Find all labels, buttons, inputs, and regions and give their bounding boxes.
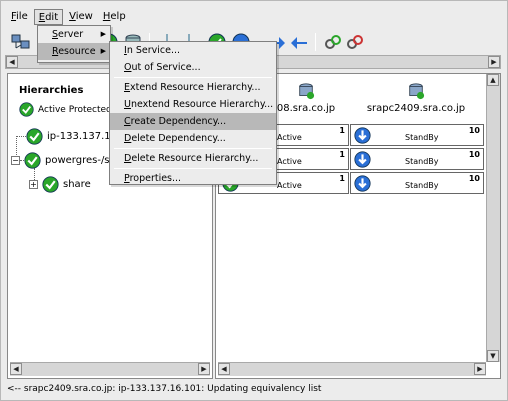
submenu-arrow-icon: ▶: [100, 30, 106, 38]
priority-value: 1: [339, 126, 345, 135]
toolbar-separator: [315, 33, 316, 51]
submenu-arrow-icon: ▶: [100, 47, 106, 55]
menu-edit[interactable]: Edit: [33, 9, 64, 25]
right-vertical-scrollbar[interactable]: ▲ ▼: [486, 74, 500, 362]
menu-item-properties[interactable]: Properties...: [110, 170, 276, 187]
scroll-left-icon[interactable]: ◀: [10, 363, 22, 375]
menu-item-label: elete Resource Hierarchy...: [131, 153, 259, 164]
right-horizontal-scrollbar[interactable]: ◀ ▶: [218, 362, 486, 376]
menu-item-server[interactable]: Server ▶: [38, 26, 110, 43]
connect-servers-icon[interactable]: [11, 32, 31, 52]
menu-item-out-of-service[interactable]: Out of Service...: [110, 59, 276, 76]
menu-item-label: nextend Resource Hierarchy...: [130, 99, 274, 110]
menu-view[interactable]: View: [65, 9, 97, 25]
active-check-icon: [26, 128, 43, 145]
priority-value: 10: [468, 126, 480, 135]
state-label: Active: [277, 133, 302, 142]
menu-file-label: ile: [16, 11, 28, 22]
edit-menu-dropdown: Server ▶ Resource ▶: [37, 25, 111, 63]
delete-dependency-icon[interactable]: [345, 32, 365, 52]
server-icon: [409, 83, 425, 100]
priority-value: 10: [468, 150, 480, 159]
server-name: srapc2409.sra.co.jp: [366, 103, 466, 114]
menu-item-mnemonic: C: [124, 116, 131, 127]
tree-item[interactable]: ip-133.137.16: [26, 128, 117, 145]
scroll-left-icon[interactable]: ◀: [218, 363, 230, 375]
unextend-arrow-icon[interactable]: [289, 32, 309, 52]
active-protected-legend: Active Protected: [19, 102, 112, 117]
priority-value: 1: [339, 174, 345, 183]
priority-value: 1: [339, 150, 345, 159]
menu-item-label: reate Dependency...: [130, 116, 227, 127]
active-check-icon: [24, 152, 41, 169]
menu-item-unextend-hierarchy[interactable]: Unextend Resource Hierarchy...: [110, 96, 276, 113]
scroll-left-icon[interactable]: ◀: [6, 56, 18, 68]
menu-separator: [114, 168, 272, 169]
active-protected-label: Active Protected: [38, 104, 112, 115]
menu-item-label: elete Dependency...: [131, 133, 226, 144]
menu-item-label: roperties...: [129, 173, 182, 184]
status-bar: <-- srapc2409.sra.co.jp: ip-133.137.16.1…: [7, 384, 322, 394]
create-dependency-icon[interactable]: [323, 32, 343, 52]
state-label: Active: [277, 181, 302, 190]
menu-bar: File Edit View Help: [7, 9, 130, 26]
tree-item-label: share: [63, 179, 91, 190]
scroll-down-icon[interactable]: ▼: [487, 350, 499, 362]
menu-separator: [114, 77, 272, 78]
expand-icon[interactable]: +: [29, 180, 38, 189]
state-label: StandBy: [405, 133, 439, 142]
active-check-icon: [42, 176, 59, 193]
tree-line: [16, 136, 26, 137]
standby-arrow-icon: [354, 127, 371, 144]
menu-item-in-service[interactable]: In Service...: [110, 42, 276, 59]
server-header: srapc2409.sra.co.jp: [356, 82, 476, 114]
scroll-right-icon[interactable]: ▶: [474, 363, 486, 375]
menu-item-delete-dependency[interactable]: Delete Dependency...: [110, 130, 276, 147]
menu-item-create-dependency[interactable]: Create Dependency...: [110, 113, 276, 130]
state-label: StandBy: [405, 181, 439, 190]
menu-item-label: esource: [58, 46, 96, 57]
menu-item-extend-hierarchy[interactable]: Extend Resource Hierarchy...: [110, 79, 276, 96]
lifekeeper-window: File Edit View Help ◀ ▶ Hierarchies Acti…: [0, 0, 508, 401]
menu-file[interactable]: File: [7, 9, 32, 25]
left-horizontal-scrollbar[interactable]: ◀ ▶: [10, 362, 210, 376]
menu-help[interactable]: Help: [99, 9, 130, 25]
state-label: StandBy: [405, 157, 439, 166]
state-label: Active: [277, 157, 302, 166]
scroll-right-icon[interactable]: ▶: [488, 56, 500, 68]
standby-arrow-icon: [354, 175, 371, 192]
scroll-up-icon[interactable]: ▲: [487, 74, 499, 86]
server-icon: [299, 83, 315, 100]
hierarchies-title: Hierarchies: [19, 85, 84, 96]
resource-state-cell[interactable]: StandBy 10: [350, 172, 484, 194]
resource-submenu: In Service... Out of Service... Extend R…: [109, 41, 277, 185]
menu-item-mnemonic: U: [124, 99, 131, 110]
menu-separator: [114, 148, 272, 149]
menu-item-label: erver: [58, 29, 84, 40]
menu-item-label: n Service...: [126, 45, 181, 56]
menu-view-mnemonic: V: [69, 11, 76, 22]
tree-item[interactable]: + share: [29, 176, 91, 193]
menu-item-label: ut of Service...: [131, 62, 201, 73]
tree-item[interactable]: − powergres-/s: [11, 152, 110, 169]
menu-edit-label: dit: [45, 12, 59, 23]
scroll-right-icon[interactable]: ▶: [198, 363, 210, 375]
tree-item-label: ip-133.137.16: [47, 131, 117, 142]
collapse-icon[interactable]: −: [11, 156, 20, 165]
menu-item-resource[interactable]: Resource ▶: [38, 43, 110, 60]
menu-help-label: elp: [110, 11, 126, 22]
resource-state-cell[interactable]: StandBy 10: [350, 124, 484, 146]
menu-item-delete-hierarchy[interactable]: Delete Resource Hierarchy...: [110, 150, 276, 167]
resource-state-cell[interactable]: StandBy 10: [350, 148, 484, 170]
menu-item-label: xtend Resource Hierarchy...: [130, 82, 261, 93]
tree-item-label: powergres-/s: [45, 155, 110, 166]
priority-value: 10: [468, 174, 480, 183]
standby-arrow-icon: [354, 151, 371, 168]
active-check-icon: [19, 102, 34, 117]
menu-view-label: iew: [75, 11, 93, 22]
